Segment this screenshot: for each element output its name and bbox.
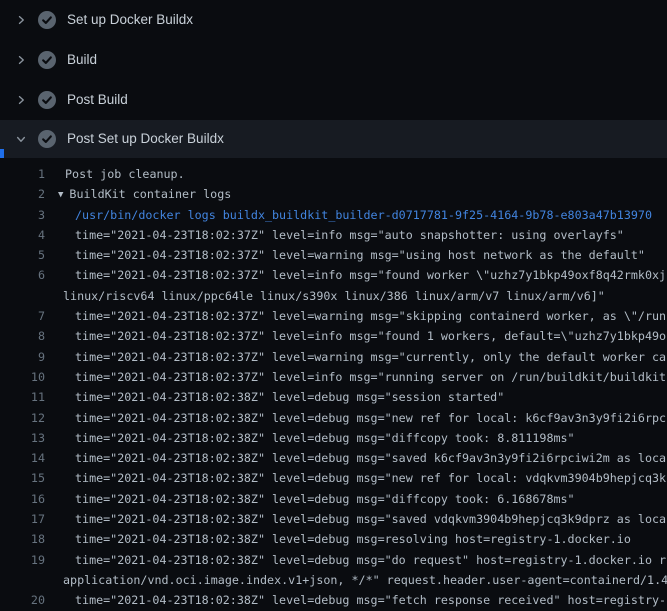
line-number[interactable]: 14 — [0, 448, 45, 468]
step-status-icon — [38, 130, 56, 148]
log-text: time="2021-04-23T18:02:38Z" level=debug … — [75, 468, 666, 488]
log-text: time="2021-04-23T18:02:38Z" level=debug … — [75, 408, 666, 428]
log-line: 2 ▼ BuildKit container logs — [0, 184, 667, 204]
steps-list: Set up Docker Buildx Build Post Build Post … — [0, 0, 667, 158]
step-focus-accent — [0, 149, 4, 158]
log-text: time="2021-04-23T18:02:38Z" level=debug … — [75, 590, 666, 610]
log-line: 19 time="2021-04-23T18:02:38Z" level=debu… — [0, 550, 667, 570]
chevron-right-icon — [15, 14, 27, 26]
log-text: time="2021-04-23T18:02:37Z" level=info m… — [75, 225, 624, 245]
line-number[interactable]: 1 — [0, 164, 45, 184]
log-line: 15 time="2021-04-23T18:02:38Z" level=debu… — [0, 468, 667, 488]
log-line: 14 time="2021-04-23T18:02:38Z" level=debu… — [0, 448, 667, 468]
log-text: time="2021-04-23T18:02:37Z" level=warnin… — [75, 245, 645, 265]
line-number[interactable]: 7 — [0, 306, 45, 326]
step-header-set-up-docker-buildx[interactable]: Set up Docker Buildx — [0, 0, 667, 40]
log-line: application/vnd.oci.image.index.v1+json,… — [0, 570, 667, 590]
line-number[interactable]: 17 — [0, 509, 45, 529]
log-line: 16 time="2021-04-23T18:02:38Z" level=debu… — [0, 489, 667, 509]
log-line: 12 time="2021-04-23T18:02:38Z" level=debu… — [0, 408, 667, 428]
step-label: Post Set up Docker Buildx — [67, 131, 224, 147]
log-text: time="2021-04-23T18:02:38Z" level=debug … — [75, 448, 666, 468]
step-header-build[interactable]: Build — [0, 40, 667, 80]
log-text: linux/riscv64 linux/ppc64le linux/s390x … — [63, 286, 605, 306]
log-line: 20 time="2021-04-23T18:02:38Z" level=debu… — [0, 590, 667, 610]
log-viewer: 1 Post job cleanup. 2 ▼ BuildKit container l… — [0, 158, 667, 611]
line-number[interactable]: 8 — [0, 326, 45, 346]
log-line: 4 time="2021-04-23T18:02:37Z" level=info … — [0, 225, 667, 245]
check-circle-icon — [38, 130, 56, 148]
log-line: 10 time="2021-04-23T18:02:37Z" level=info… — [0, 367, 667, 387]
line-number — [0, 286, 45, 306]
step-toggle[interactable] — [14, 93, 28, 107]
log-group-label: BuildKit container logs — [69, 187, 231, 201]
log-line: 1 Post job cleanup. — [0, 164, 667, 184]
log-text: time="2021-04-23T18:02:38Z" level=debug … — [75, 428, 575, 448]
log-command-text: /usr/bin/docker logs buildx_buildkit_bui… — [75, 205, 652, 225]
line-number[interactable]: 13 — [0, 428, 45, 448]
log-text: time="2021-04-23T18:02:37Z" level=info m… — [75, 265, 666, 285]
step-label: Build — [67, 52, 97, 68]
line-number — [0, 570, 45, 590]
log-text: time="2021-04-23T18:02:38Z" level=debug … — [75, 529, 631, 549]
group-collapse-triangle-icon: ▼ — [58, 190, 63, 200]
step-label: Set up Docker Buildx — [67, 12, 193, 28]
chevron-right-icon — [15, 94, 27, 106]
line-number[interactable]: 3 — [0, 205, 45, 225]
chevron-right-icon — [15, 54, 27, 66]
log-line: linux/riscv64 linux/ppc64le linux/s390x … — [0, 286, 667, 306]
step-status-icon — [38, 11, 56, 29]
log-text: Post job cleanup. — [65, 164, 185, 184]
log-line: 7 time="2021-04-23T18:02:37Z" level=warni… — [0, 306, 667, 326]
log-line: 8 time="2021-04-23T18:02:37Z" level=info … — [0, 326, 667, 346]
line-number[interactable]: 20 — [0, 590, 45, 610]
log-text: time="2021-04-23T18:02:37Z" level=info m… — [75, 367, 666, 387]
log-line: 18 time="2021-04-23T18:02:38Z" level=debu… — [0, 529, 667, 549]
step-header-post-set-up-docker-buildx[interactable]: Post Set up Docker Buildx — [0, 120, 667, 158]
line-number[interactable]: 19 — [0, 550, 45, 570]
line-number[interactable]: 18 — [0, 529, 45, 549]
check-circle-icon — [38, 11, 56, 29]
log-line: 6 time="2021-04-23T18:02:37Z" level=info … — [0, 265, 667, 285]
log-group-toggle[interactable]: ▼ BuildKit container logs — [58, 184, 231, 204]
check-circle-icon — [38, 51, 56, 69]
log-line: 17 time="2021-04-23T18:02:38Z" level=debu… — [0, 509, 667, 529]
log-line: 3/usr/bin/docker logs buildx_buildkit_bu… — [0, 205, 667, 225]
step-label: Post Build — [67, 92, 128, 108]
log-line: 11 time="2021-04-23T18:02:38Z" level=debu… — [0, 387, 667, 407]
log-text: application/vnd.oci.image.index.v1+json,… — [63, 570, 667, 590]
line-number[interactable]: 15 — [0, 468, 45, 488]
log-text: time="2021-04-23T18:02:37Z" level=info m… — [75, 326, 666, 346]
log-text: time="2021-04-23T18:02:37Z" level=warnin… — [75, 306, 666, 326]
log-text: time="2021-04-23T18:02:38Z" level=debug … — [75, 489, 575, 509]
line-number[interactable]: 4 — [0, 225, 45, 245]
log-text: time="2021-04-23T18:02:37Z" level=warnin… — [75, 347, 666, 367]
check-circle-icon — [38, 91, 56, 109]
line-number[interactable]: 12 — [0, 408, 45, 428]
line-number[interactable]: 9 — [0, 347, 45, 367]
step-toggle[interactable] — [14, 132, 28, 146]
step-header-post-build[interactable]: Post Build — [0, 80, 667, 120]
log-text: time="2021-04-23T18:02:38Z" level=debug … — [75, 387, 504, 407]
step-toggle[interactable] — [14, 13, 28, 27]
step-toggle[interactable] — [14, 53, 28, 67]
line-number[interactable]: 6 — [0, 265, 45, 285]
log-line: 5 time="2021-04-23T18:02:37Z" level=warni… — [0, 245, 667, 265]
step-status-icon — [38, 91, 56, 109]
step-status-icon — [38, 51, 56, 69]
line-number[interactable]: 16 — [0, 489, 45, 509]
line-number[interactable]: 5 — [0, 245, 45, 265]
chevron-down-icon — [15, 133, 27, 145]
line-number[interactable]: 10 — [0, 367, 45, 387]
line-number[interactable]: 11 — [0, 387, 45, 407]
line-number[interactable]: 2 — [0, 184, 45, 204]
log-text: time="2021-04-23T18:02:38Z" level=debug … — [75, 509, 666, 529]
log-line: 9 time="2021-04-23T18:02:37Z" level=warni… — [0, 347, 667, 367]
log-text: time="2021-04-23T18:02:38Z" level=debug … — [75, 550, 666, 570]
log-line: 13 time="2021-04-23T18:02:38Z" level=debu… — [0, 428, 667, 448]
